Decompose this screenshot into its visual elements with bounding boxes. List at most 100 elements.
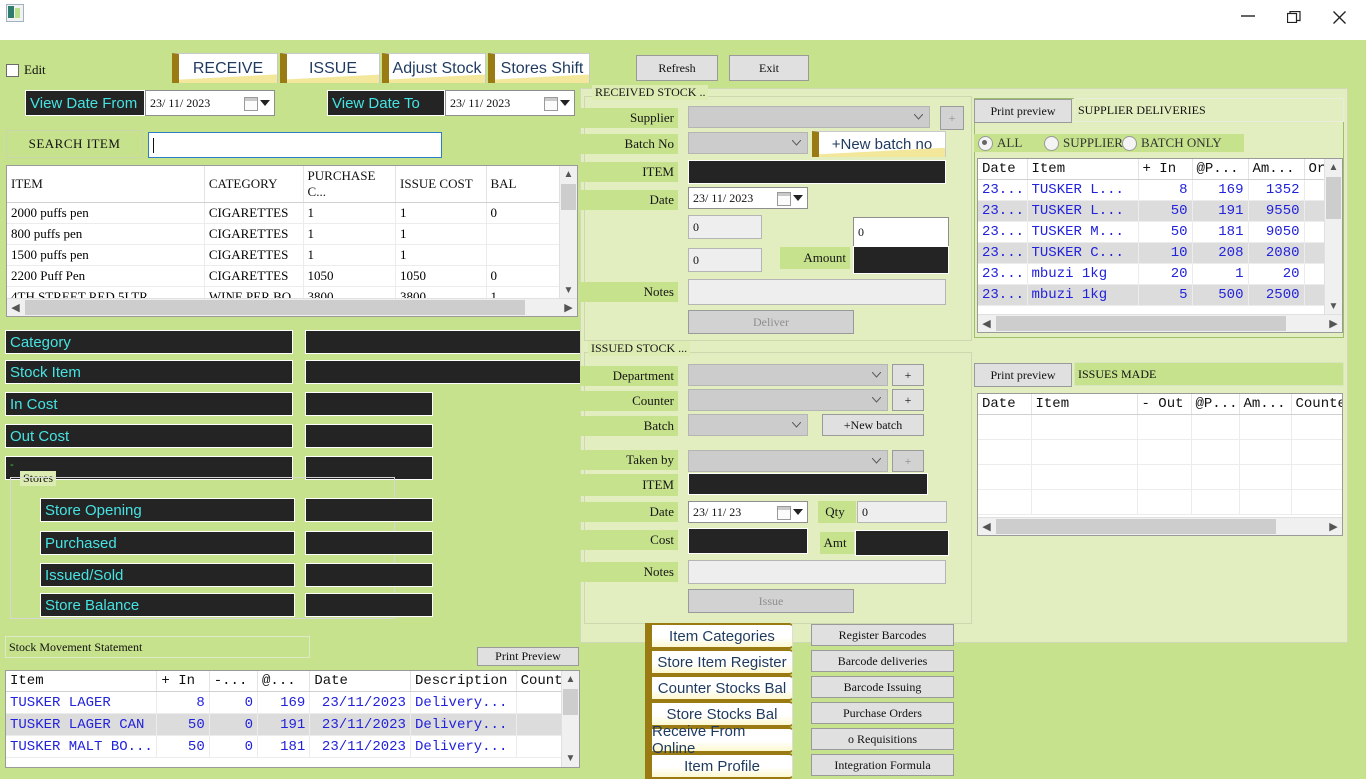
scroll-left-icon[interactable]: ◀ (978, 518, 995, 535)
scroll-right-icon[interactable]: ▶ (1325, 315, 1342, 332)
action-button-o-requisitions[interactable]: o Requisitions (811, 728, 954, 750)
minimize-button[interactable] (1226, 0, 1272, 32)
scroll-thumb[interactable] (561, 184, 576, 210)
action-button-register-barcodes[interactable]: Register Barcodes (811, 624, 954, 646)
table-row[interactable]: TUSKER LAGER 8 0 169 23/11/2023 Delivery... (6, 691, 579, 714)
scroll-down-icon[interactable]: ▼ (1325, 298, 1342, 315)
stores-value-1[interactable] (305, 531, 433, 555)
table-row[interactable] (978, 464, 1342, 490)
table-row[interactable]: 23...TUSKER L...8169135219 (978, 179, 1342, 201)
table-row[interactable]: 2000 puffs pen CIGARETTES 1 1 0 (7, 202, 577, 224)
new-batch-button[interactable]: +New batch (822, 414, 924, 436)
taken-by-add-button[interactable]: + (892, 450, 924, 472)
scroll-thumb-h[interactable] (996, 316, 1286, 331)
supplier-grid-vscrollbar[interactable]: ▲ ▼ (1324, 159, 1342, 315)
deliver-button[interactable]: Deliver (688, 310, 854, 334)
counter-combobox[interactable] (688, 389, 888, 411)
scroll-thumb[interactable] (563, 689, 578, 715)
received-notes-input[interactable] (688, 279, 946, 305)
action-button-barcode-issuing[interactable]: Barcode Issuing (811, 676, 954, 698)
table-row[interactable]: TUSKER LAGER CAN 50 0 191 23/11/2023 Delivery… (6, 713, 579, 736)
table-row[interactable]: 23...mbuzi 1kg2012019. (978, 263, 1342, 285)
detail-value-3[interactable] (305, 424, 433, 448)
supplier-print-preview-button[interactable]: Print preview (974, 99, 1072, 123)
side-tab-receive-from-online[interactable]: Receive From Online (645, 723, 793, 757)
edit-checkbox[interactable] (6, 63, 19, 77)
scroll-thumb-h[interactable] (996, 519, 1276, 534)
stores-value-3[interactable] (305, 593, 433, 617)
action-button-purchase-orders[interactable]: Purchase Orders (811, 702, 954, 724)
scroll-up-icon[interactable]: ▲ (560, 166, 577, 183)
table-row[interactable]: TUSKER MALT BO... 50 0 181 23/11/2023 Deliver… (6, 735, 579, 758)
stock-movement-grid[interactable]: Item + In -... @... Date Description Cou… (5, 670, 580, 768)
issued-qty-input[interactable]: 0 (857, 501, 947, 523)
scroll-up-icon[interactable]: ▲ (562, 671, 579, 688)
issued-notes-input[interactable] (688, 560, 946, 584)
received-qty-input[interactable]: 0 (688, 215, 762, 239)
supplier-combobox[interactable] (688, 106, 930, 128)
table-row[interactable] (978, 414, 1342, 440)
close-button[interactable] (1318, 0, 1364, 32)
issued-batch-combobox[interactable] (688, 414, 808, 436)
filter-radio-suppliers[interactable]: SUPPLIERS (1044, 135, 1130, 151)
filter-radio-all[interactable]: ALL (978, 135, 1022, 151)
issued-date-input[interactable]: 23/ 11/ 23 (688, 501, 808, 523)
new-batch-no-button[interactable]: +New batch no (812, 131, 946, 157)
table-row[interactable]: 23...mbuzi 1kg5500250019. (978, 284, 1342, 306)
action-button-integration-formula[interactable]: Integration Formula (811, 754, 954, 776)
issues-made-grid[interactable]: Date Item - Out @P... Am... Counter ◀ ▶ (977, 393, 1343, 536)
table-row[interactable] (978, 489, 1342, 515)
item-grid-vscrollbar[interactable]: ▲ ▼ (559, 166, 577, 299)
stock-movement-vscrollbar[interactable]: ▲ ▼ (561, 671, 579, 767)
supplier-add-button[interactable]: + (940, 106, 964, 130)
tab-adjust-stock[interactable]: Adjust Stock (382, 53, 486, 83)
department-combobox[interactable] (688, 364, 888, 386)
supplier-deliveries-grid[interactable]: Date Item + In @P... Am... Orde 23...TUS… (977, 158, 1343, 333)
side-tab-item-categories[interactable]: Item Categories (645, 623, 793, 649)
scroll-right-icon[interactable]: ▶ (1325, 518, 1342, 535)
received-rate-input[interactable]: 0 (688, 248, 762, 272)
view-date-from-input[interactable]: 23/ 11/ 2023 (145, 90, 275, 116)
item-grid[interactable]: ITEM CATEGORY PURCHASE C... ISSUE COST B… (6, 165, 578, 317)
scroll-left-icon[interactable]: ◀ (7, 299, 24, 316)
table-row[interactable]: 23...TUSKER M...50181905019 (978, 221, 1342, 243)
scroll-thumb[interactable] (1326, 177, 1341, 219)
side-tab-item-profile[interactable]: Item Profile (645, 753, 793, 779)
scroll-down-icon[interactable]: ▼ (562, 750, 579, 767)
received-date-input[interactable]: 23/ 11/ 2023 (688, 187, 808, 209)
supplier-filter-radios[interactable]: ALL SUPPLIERS BATCH ONLY (974, 134, 1244, 152)
received-item-input[interactable] (688, 160, 946, 184)
tab-receive[interactable]: RECEIVE (172, 53, 278, 83)
item-grid-hscrollbar[interactable]: ◀ ▶ (7, 298, 577, 316)
table-row[interactable]: 23...TUSKER L...50191955019 (978, 200, 1342, 222)
scroll-right-icon[interactable]: ▶ (560, 299, 577, 316)
scroll-thumb-h[interactable] (25, 300, 525, 315)
scroll-down-icon[interactable]: ▼ (560, 282, 577, 299)
side-tab-store-item-register[interactable]: Store Item Register (645, 649, 793, 675)
side-tab-counter-stocks-bal[interactable]: Counter Stocks Bal (645, 675, 793, 701)
stock-movement-print-preview-button[interactable]: Print Preview (477, 647, 579, 666)
stores-value-0[interactable] (305, 498, 433, 522)
taken-by-combobox[interactable] (688, 450, 888, 472)
tab-stores-shift[interactable]: Stores Shift (488, 53, 590, 83)
counter-add-button[interactable]: + (892, 389, 924, 411)
received-price-input[interactable]: 0 (853, 217, 949, 247)
detail-value-2[interactable] (305, 392, 433, 416)
issues-grid-hscrollbar[interactable]: ◀ ▶ (978, 517, 1342, 535)
batch-no-combobox[interactable] (688, 132, 808, 154)
search-input[interactable] (148, 132, 442, 158)
department-add-button[interactable]: + (892, 364, 924, 386)
detail-value-0[interactable] (305, 330, 591, 354)
table-row[interactable]: 23...TUSKER C...10208208019 (978, 242, 1342, 264)
table-row[interactable] (978, 439, 1342, 465)
exit-button[interactable]: Exit (729, 55, 809, 81)
cost-input[interactable] (688, 528, 808, 554)
action-button-barcode-deliveries[interactable]: Barcode deliveries (811, 650, 954, 672)
stores-value-2[interactable] (305, 563, 433, 587)
scroll-up-icon[interactable]: ▲ (1325, 159, 1342, 176)
scroll-left-icon[interactable]: ◀ (978, 315, 995, 332)
edit-checkbox-group[interactable]: Edit (6, 62, 46, 78)
supplier-grid-hscrollbar[interactable]: ◀ ▶ (978, 314, 1342, 332)
tab-issue[interactable]: ISSUE (280, 53, 380, 83)
table-row[interactable]: 1500 puffs pen CIGARETTES 1 1 (7, 244, 577, 266)
